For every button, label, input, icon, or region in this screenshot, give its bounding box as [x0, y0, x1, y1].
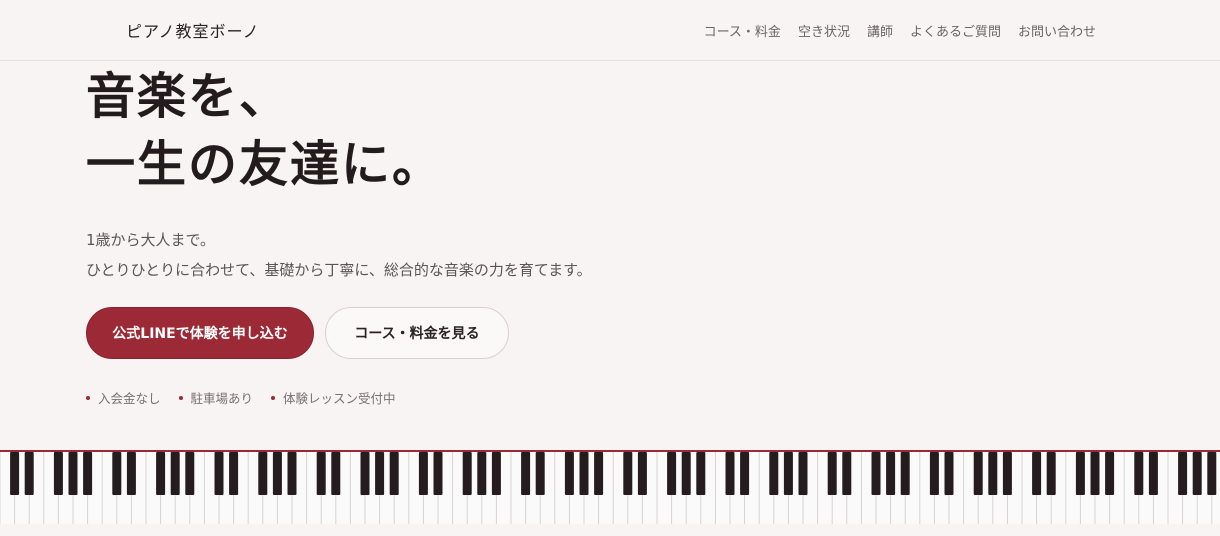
black-key [214, 452, 224, 495]
dot-icon [178, 395, 183, 400]
badge-label: 体験レッスン受付中 [283, 391, 396, 406]
black-key [944, 452, 954, 495]
black-key [360, 452, 370, 495]
badge-label: 入会金なし [98, 391, 161, 406]
piano-keyboard-illustration [0, 450, 1220, 524]
black-key [1134, 452, 1144, 495]
black-key [68, 452, 78, 495]
black-key [433, 452, 443, 495]
black-key [667, 452, 677, 495]
black-key [886, 452, 896, 495]
black-key [10, 452, 20, 495]
black-key [783, 452, 793, 495]
black-key [170, 452, 180, 495]
black-key [871, 452, 881, 495]
black-key [272, 452, 282, 495]
hero-title-line-1: 音楽を、 [86, 67, 291, 125]
black-key [112, 452, 122, 495]
dot-icon [271, 395, 276, 400]
black-key [929, 452, 939, 495]
hero-lead: 1歳から大人まで。 ひとりひとりに合わせて、基礎から丁寧に、総合的な音楽の力を育… [86, 225, 592, 285]
black-key [258, 452, 268, 495]
black-key [725, 452, 735, 495]
black-key [1105, 452, 1115, 495]
black-key [1075, 452, 1085, 495]
black-key [842, 452, 852, 495]
badge-trial-lesson: 体験レッスン受付中 [271, 388, 396, 407]
hero-title-line-2: 一生の友達に。 [86, 135, 444, 193]
black-key [798, 452, 808, 495]
black-key [477, 452, 487, 495]
hero-lead-line-2: ひとりひとりに合わせて、基礎から丁寧に、総合的な音楽の力を育てます。 [86, 261, 592, 279]
badge-label: 駐車場あり [190, 391, 254, 406]
black-key [24, 452, 34, 495]
black-key [769, 452, 779, 495]
black-key [331, 452, 341, 495]
black-key [287, 452, 297, 495]
badge-parking: 駐車場あり [178, 388, 254, 407]
black-key [988, 452, 998, 495]
black-key [521, 452, 531, 495]
nav-item-faq[interactable]: よくあるご質問 [910, 21, 1001, 40]
black-key [491, 452, 501, 495]
feature-badges: 入会金なし 駐車場あり 体験レッスン受付中 [86, 388, 396, 407]
black-key [156, 452, 166, 495]
black-key [1148, 452, 1158, 495]
black-key [1178, 452, 1188, 495]
black-key [185, 452, 195, 495]
black-key [1192, 452, 1202, 495]
black-key [229, 452, 239, 495]
black-key [973, 452, 983, 495]
black-key [579, 452, 589, 495]
black-key [1002, 452, 1012, 495]
piano-keys-svg [0, 452, 1217, 524]
black-key [53, 452, 63, 495]
black-key [637, 452, 647, 495]
black-key [1207, 452, 1217, 495]
nav-item-courses[interactable]: コース・料金 [704, 21, 781, 40]
black-key [1090, 452, 1100, 495]
courses-pricing-button[interactable]: コース・料金を見る [325, 307, 509, 359]
site-header: ピアノ教室ボーノ コース・料金 空き状況 講師 よくあるご質問 お問い合わせ [0, 0, 1220, 61]
black-key [900, 452, 910, 495]
black-key [535, 452, 545, 495]
black-key [1046, 452, 1056, 495]
dot-icon [86, 395, 90, 400]
hero-title: 音楽を、 一生の友達に。 [86, 62, 443, 198]
nav-item-instructor[interactable]: 講師 [867, 21, 893, 40]
black-key [83, 452, 93, 495]
black-key [827, 452, 837, 495]
line-trial-button[interactable]: 公式LINEで体験を申し込む [86, 307, 314, 359]
black-key [316, 452, 326, 495]
black-key [126, 452, 136, 495]
hero-lead-line-1: 1歳から大人まで。 [86, 231, 215, 249]
black-key [740, 452, 750, 495]
black-key [564, 452, 574, 495]
black-key [696, 452, 706, 495]
black-key [375, 452, 385, 495]
black-key [594, 452, 604, 495]
badge-no-enrollment-fee: 入会金なし [86, 388, 161, 407]
nav-item-availability[interactable]: 空き状況 [798, 21, 850, 40]
brand-logo[interactable]: ピアノ教室ボーノ [126, 18, 260, 42]
black-key [389, 452, 399, 495]
black-key [418, 452, 428, 495]
black-key [1032, 452, 1042, 495]
nav-item-contact[interactable]: お問い合わせ [1018, 21, 1096, 40]
black-key [623, 452, 633, 495]
main-nav: コース・料金 空き状況 講師 よくあるご質問 お問い合わせ [704, 21, 1096, 40]
black-key [681, 452, 691, 495]
black-key [462, 452, 472, 495]
